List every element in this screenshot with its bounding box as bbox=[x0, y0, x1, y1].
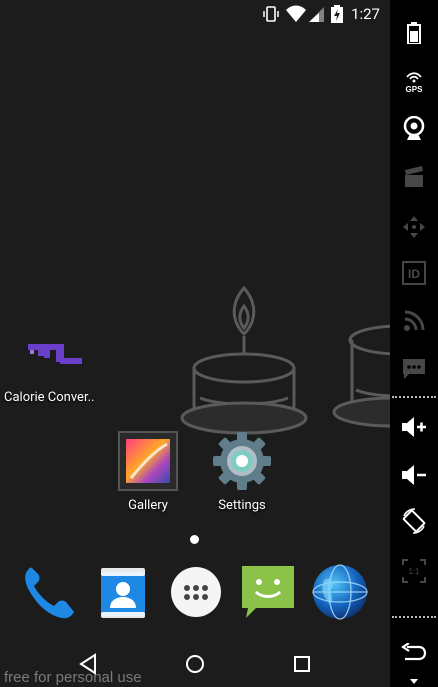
calorie-converter-icon bbox=[28, 344, 82, 364]
back-button[interactable] bbox=[390, 630, 438, 676]
signal-icon bbox=[309, 7, 324, 22]
emulator-side-panel: GPS ID 1:1 bbox=[390, 0, 438, 687]
scale-button[interactable]: 1:1 bbox=[390, 548, 438, 594]
network-button[interactable] bbox=[390, 298, 438, 344]
messaging-icon[interactable] bbox=[238, 562, 298, 622]
browser-globe-icon[interactable] bbox=[310, 562, 370, 622]
battery-icon bbox=[407, 22, 421, 44]
panel-divider bbox=[392, 396, 436, 399]
clapperboard-icon bbox=[405, 166, 423, 187]
volume-down-icon bbox=[402, 465, 426, 485]
camera-button[interactable] bbox=[390, 106, 438, 152]
svg-text:ID: ID bbox=[408, 267, 420, 281]
rss-signal-icon bbox=[404, 310, 425, 331]
page-indicator-dot bbox=[190, 535, 199, 544]
svg-text:1:1: 1:1 bbox=[408, 567, 420, 576]
back-arrow-icon bbox=[401, 643, 427, 661]
vibrate-icon bbox=[263, 6, 279, 22]
rotate-screen-icon bbox=[402, 508, 426, 534]
gallery-icon bbox=[118, 431, 178, 491]
panel-divider bbox=[392, 616, 436, 619]
sms-button[interactable] bbox=[390, 346, 438, 392]
volume-up-icon bbox=[402, 417, 426, 437]
settings-gear-icon bbox=[213, 432, 271, 490]
home-circle-icon[interactable] bbox=[183, 652, 207, 676]
app-settings[interactable]: Settings bbox=[202, 430, 282, 513]
dpad-button[interactable] bbox=[390, 204, 438, 250]
expand-arrow-icon[interactable] bbox=[390, 677, 438, 687]
watermark-text: free for personal use bbox=[4, 669, 142, 686]
id-card-icon: ID bbox=[402, 261, 426, 285]
wifi-icon bbox=[286, 5, 306, 22]
app-label: Calorie Conver.. bbox=[4, 390, 95, 405]
volume-up-button[interactable] bbox=[390, 404, 438, 450]
device-screen: 1:27 Calorie Conver.. Gallery Settings f… bbox=[0, 0, 390, 687]
recents-square-icon[interactable] bbox=[290, 652, 314, 676]
app-calorie-converter[interactable]: Calorie Conver.. bbox=[4, 338, 102, 405]
chat-bubble-icon bbox=[403, 359, 425, 379]
rotate-button[interactable] bbox=[390, 498, 438, 544]
app-label: Gallery bbox=[128, 498, 168, 513]
all-apps-icon[interactable] bbox=[166, 562, 226, 622]
volume-down-button[interactable] bbox=[390, 452, 438, 498]
battery-button[interactable] bbox=[390, 10, 438, 56]
contacts-icon[interactable] bbox=[93, 562, 153, 622]
svg-text:GPS: GPS bbox=[406, 85, 424, 93]
phone-icon[interactable] bbox=[18, 562, 78, 622]
battery-charging-icon bbox=[331, 5, 343, 23]
gps-icon: GPS bbox=[406, 72, 424, 93]
webcam-icon bbox=[403, 116, 425, 140]
app-gallery[interactable]: Gallery bbox=[108, 430, 188, 513]
move-arrows-icon bbox=[403, 216, 425, 238]
status-clock: 1:27 bbox=[351, 5, 380, 23]
gps-button[interactable]: GPS bbox=[390, 58, 438, 104]
status-bar: 1:27 bbox=[0, 0, 390, 28]
device-id-button[interactable]: ID bbox=[390, 250, 438, 296]
pixel-perfect-icon: 1:1 bbox=[402, 559, 426, 583]
media-button[interactable] bbox=[390, 154, 438, 200]
app-label: Settings bbox=[218, 498, 266, 513]
